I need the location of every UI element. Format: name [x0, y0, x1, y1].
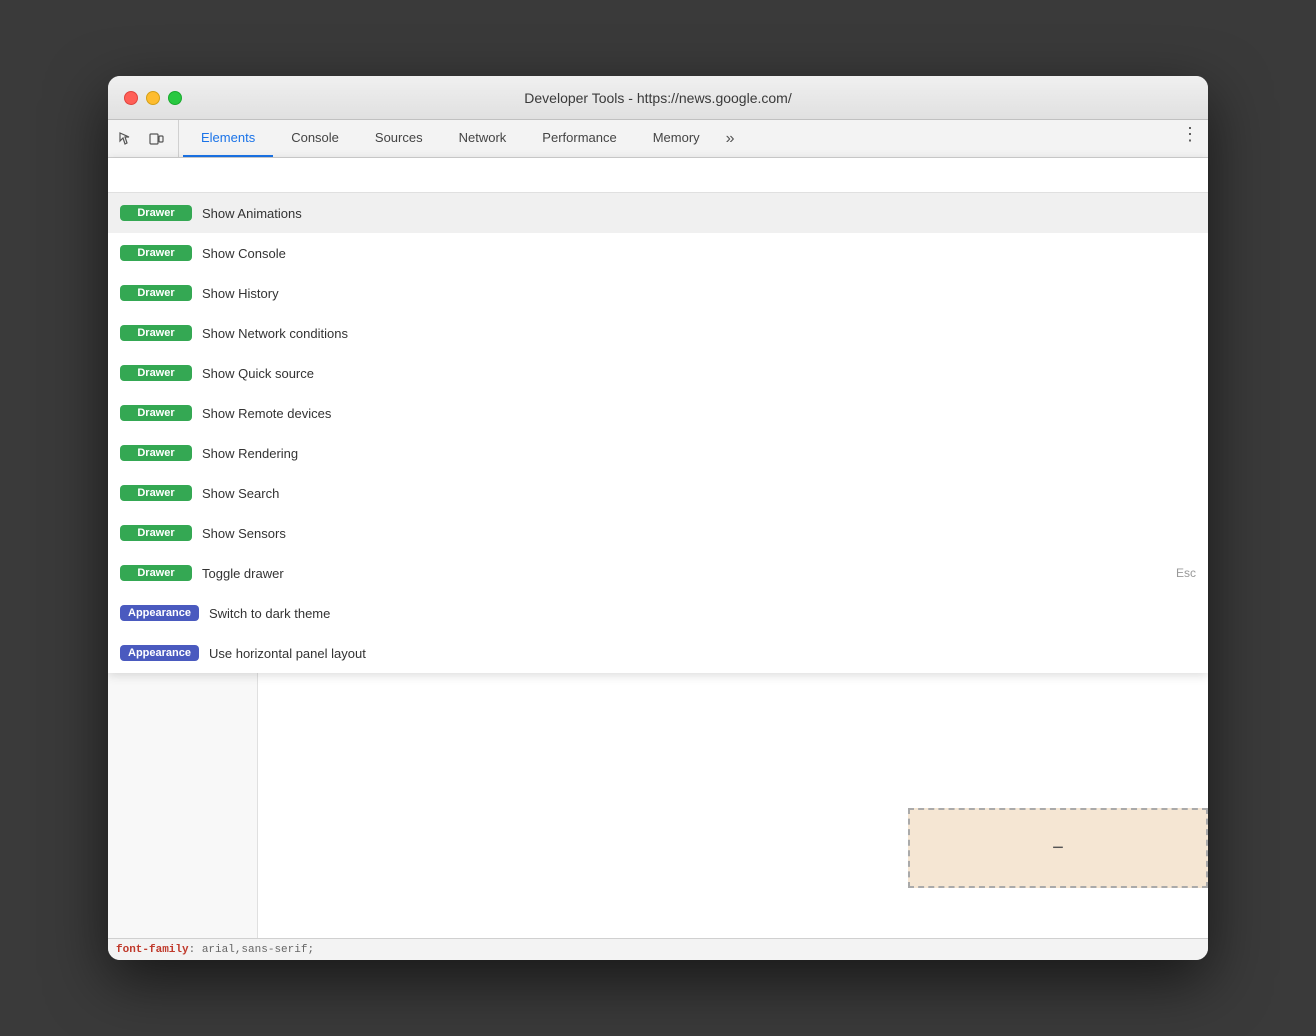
item-badge: Appearance [120, 605, 199, 621]
tabs: Elements Console Sources Network Perform… [183, 120, 1176, 157]
item-label: Show Remote devices [202, 406, 1196, 421]
item-label: Show History [202, 286, 1196, 301]
item-label: Switch to dark theme [209, 606, 1196, 621]
item-label: Use horizontal panel layout [209, 646, 1196, 661]
command-menu-dropdown: DrawerShow AnimationsDrawerShow ConsoleD… [108, 158, 1208, 673]
dropdown-item[interactable]: Drawer Show Remote devices [108, 393, 1208, 433]
item-label: Show Rendering [202, 446, 1196, 461]
command-search-input[interactable] [120, 166, 1196, 182]
dropdown-item[interactable]: Appearance Use horizontal panel layout [108, 633, 1208, 673]
tab-performance[interactable]: Performance [524, 120, 634, 157]
tab-console[interactable]: Console [273, 120, 357, 157]
item-label: Toggle drawer [202, 566, 1166, 581]
window-title: Developer Tools - https://news.google.co… [524, 90, 791, 106]
item-badge: Drawer [120, 325, 192, 341]
item-badge: Drawer [120, 525, 192, 541]
tab-elements[interactable]: Elements [183, 120, 273, 157]
item-label: Show Network conditions [202, 326, 1196, 341]
minus-icon: − [1052, 837, 1064, 860]
item-badge: Drawer [120, 485, 192, 501]
dropdown-item[interactable]: Drawer Show Animations [108, 193, 1208, 233]
content-area: < ► ▼ " v t t g a l htm St Filt ele } In… [108, 158, 1208, 938]
inspect-element-button[interactable] [112, 125, 140, 153]
search-input-area [108, 158, 1208, 193]
dropdown-item[interactable]: Drawer Show Search [108, 473, 1208, 513]
item-label: Show Sensors [202, 526, 1196, 541]
item-badge: Drawer [120, 565, 192, 581]
traffic-lights [124, 91, 182, 105]
dropdown-item[interactable]: Drawer Show History [108, 273, 1208, 313]
tab-sources[interactable]: Sources [357, 120, 441, 157]
dropdown-item[interactable]: Drawer Show Sensors [108, 513, 1208, 553]
dropdown-list: DrawerShow AnimationsDrawerShow ConsoleD… [108, 193, 1208, 673]
colon-space: : [189, 944, 202, 956]
device-toolbar-button[interactable] [142, 125, 170, 153]
devtools-menu-button[interactable]: ⋮ [1176, 120, 1204, 148]
item-label: Show Animations [202, 206, 1196, 221]
dropdown-item[interactable]: Drawer Toggle drawer Esc [108, 553, 1208, 593]
css-value: arial,sans-serif; [202, 944, 314, 956]
item-label: Show Quick source [202, 366, 1196, 381]
item-shortcut: Esc [1176, 566, 1196, 580]
dropdown-item[interactable]: Appearance Switch to dark theme [108, 593, 1208, 633]
item-badge: Appearance [120, 645, 199, 661]
item-label: Show Search [202, 486, 1196, 501]
bottom-bar: font-family : arial,sans-serif; [108, 938, 1208, 960]
item-badge: Drawer [120, 445, 192, 461]
item-badge: Drawer [120, 285, 192, 301]
maximize-button[interactable] [168, 91, 182, 105]
dropdown-item[interactable]: Drawer Show Quick source [108, 353, 1208, 393]
item-badge: Drawer [120, 245, 192, 261]
more-tabs-button[interactable]: » [718, 120, 743, 157]
tab-network[interactable]: Network [441, 120, 525, 157]
item-label: Show Console [202, 246, 1196, 261]
devtools-window: Developer Tools - https://news.google.co… [108, 76, 1208, 960]
right-panel-preview: − [908, 808, 1208, 888]
tab-memory[interactable]: Memory [635, 120, 718, 157]
css-property: font-family [116, 944, 189, 956]
dropdown-item[interactable]: Drawer Show Network conditions [108, 313, 1208, 353]
dropdown-item[interactable]: Drawer Show Console [108, 233, 1208, 273]
titlebar: Developer Tools - https://news.google.co… [108, 76, 1208, 120]
item-badge: Drawer [120, 205, 192, 221]
dropdown-item[interactable]: Drawer Show Rendering [108, 433, 1208, 473]
item-badge: Drawer [120, 405, 192, 421]
toolbar-icons [112, 120, 179, 157]
minimize-button[interactable] [146, 91, 160, 105]
close-button[interactable] [124, 91, 138, 105]
item-badge: Drawer [120, 365, 192, 381]
toolbar: Elements Console Sources Network Perform… [108, 120, 1208, 158]
